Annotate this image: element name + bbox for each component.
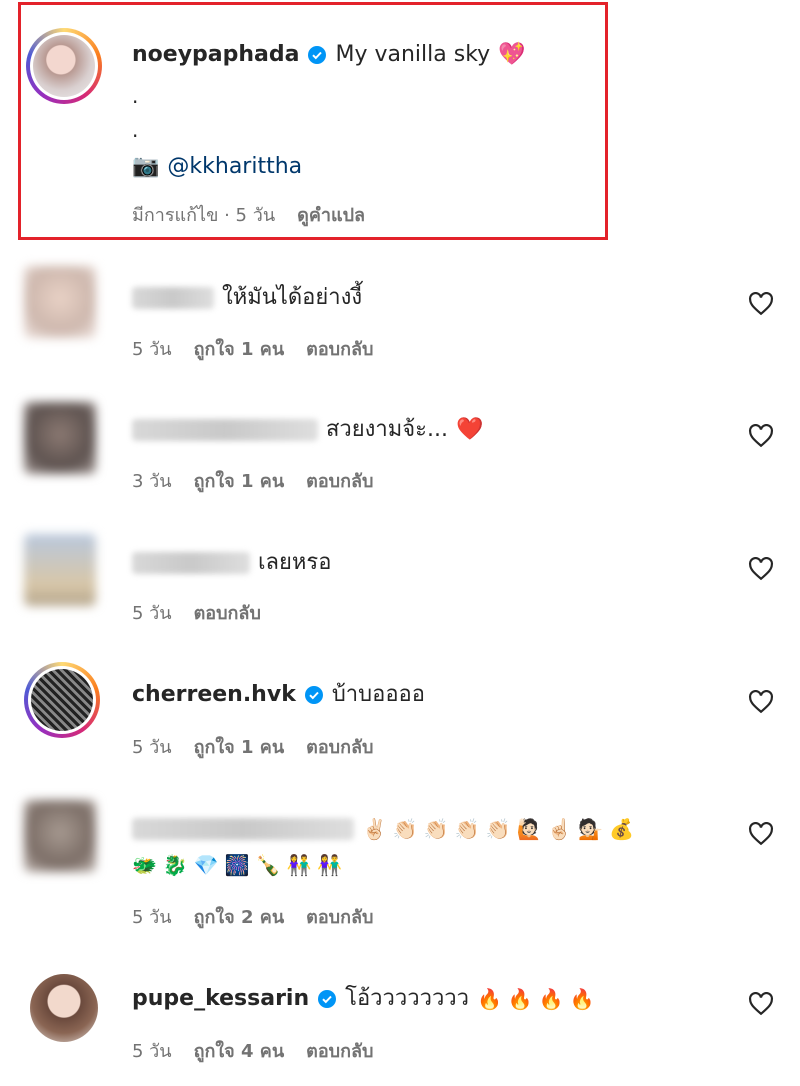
heart-outline-icon[interactable] [748,690,774,714]
caption-credit-line: 📷 @kkharittha [132,152,700,182]
comment-time: 3 วัน [132,471,172,492]
comment-likes[interactable]: ถูกใจ 2 คน [194,902,285,931]
comment-emoji-line-2: 🐲🐉💎🎆🍾👫👫 [132,853,349,877]
comment-meta: 5 วัน ถูกใจ 2 คน ตอบกลับ [132,902,373,931]
comment-likes[interactable]: ถูกใจ 1 คน [194,466,285,495]
blurred-username[interactable] [132,419,318,441]
caption-meta: มีการแก้ไข · 5 วัน ดูคำแปล [132,200,365,229]
blurred-username[interactable] [132,287,214,309]
reply-button[interactable]: ตอบกลับ [306,902,373,931]
reply-button[interactable]: ตอบกลับ [306,732,373,761]
caption-emoji: 💖 [498,42,526,67]
caption-text: My vanilla sky [335,42,491,67]
caption-line-2: . [132,84,139,108]
caption-avatar[interactable] [26,28,102,104]
comment-meta: 5 วัน ถูกใจ 1 คน ตอบกลับ [132,732,373,761]
heart-emoji: ❤️ [455,417,484,442]
comment-4: cherreen.hvk บ้าบออออ [132,680,700,710]
reply-button[interactable]: ตอบกลับ [194,598,261,627]
reply-button[interactable]: ตอบกลับ [306,334,373,363]
comment-text: ให้มันได้อย่างงี้ [222,285,363,310]
reply-button[interactable]: ตอบกลับ [306,466,373,495]
comment-5-line-2: 🐲🐉💎🎆🍾👫👫 [132,850,700,880]
comment-avatar[interactable] [24,800,96,872]
comment-5: ✌🏻👏🏻👏🏻👏🏻👏🏻🙋🏻☝🏻💁🏻💰 [132,814,700,844]
heart-outline-icon[interactable] [748,557,774,581]
camera-icon: 📷 [132,154,160,179]
caption-line: noeypaphada My vanilla sky 💖 [132,40,700,70]
caption-edited: มีการแก้ไข · 5 วัน [132,205,276,226]
verified-badge-icon [318,990,337,1008]
comment-avatar[interactable] [24,266,96,338]
comment-text: สวยงามจ้ะ... [326,417,448,442]
comment-text: โอ้วววววววว [345,986,469,1011]
comment-meta: 3 วัน ถูกใจ 1 คน ตอบกลับ [132,466,373,495]
heart-outline-icon[interactable] [748,822,774,846]
comment-username[interactable]: pupe_kessarin [132,984,309,1014]
caption-line-3: . [132,118,139,142]
comment-text: เลยหรอ [258,550,332,575]
see-translation-button[interactable]: ดูคำแปล [297,200,365,229]
comment-time: 5 วัน [132,339,172,360]
comment-emoji-line-1: ✌🏻👏🏻👏🏻👏🏻👏🏻🙋🏻☝🏻💁🏻💰 [362,817,641,841]
comment-meta: 5 วัน ตอบกลับ [132,598,261,627]
heart-outline-icon[interactable] [748,424,774,448]
comment-time: 5 วัน [132,603,172,624]
comment-avatar[interactable] [24,402,96,474]
comment-avatar[interactable] [30,974,98,1042]
comment-likes[interactable]: ถูกใจ 1 คน [194,334,285,363]
comment-1: ให้มันได้อย่างงี้ [132,283,700,313]
comment-time: 5 วัน [132,737,172,758]
comment-meta: 5 วัน ถูกใจ 4 คน ตอบกลับ [132,1036,373,1065]
comment-text: บ้าบออออ [331,682,425,707]
comment-meta: 5 วัน ถูกใจ 1 คน ตอบกลับ [132,334,373,363]
comment-time: 5 วัน [132,907,172,928]
heart-outline-icon[interactable] [748,292,774,316]
comment-time: 5 วัน [132,1041,172,1062]
blurred-username[interactable] [132,818,354,840]
comment-2: สวยงามจ้ะ... ❤️ [132,415,700,445]
comment-avatar[interactable] [24,534,96,606]
mention-link[interactable]: @kkharittha [167,152,302,182]
fire-emoji: 🔥🔥🔥🔥 [477,987,601,1011]
blurred-username[interactable] [132,552,250,574]
comment-username[interactable]: cherreen.hvk [132,680,296,710]
caption-username[interactable]: noeypaphada [132,40,299,70]
heart-outline-icon[interactable] [748,992,774,1016]
comment-6: pupe_kessarin โอ้วววววววว 🔥🔥🔥🔥 [132,984,700,1014]
verified-badge-icon [304,686,323,704]
verified-badge-icon [308,46,327,64]
comment-likes[interactable]: ถูกใจ 1 คน [194,732,285,761]
reply-button[interactable]: ตอบกลับ [306,1036,373,1065]
comment-3: เลยหรอ [132,548,700,578]
comment-avatar[interactable] [24,662,100,738]
comment-likes[interactable]: ถูกใจ 4 คน [194,1036,285,1065]
